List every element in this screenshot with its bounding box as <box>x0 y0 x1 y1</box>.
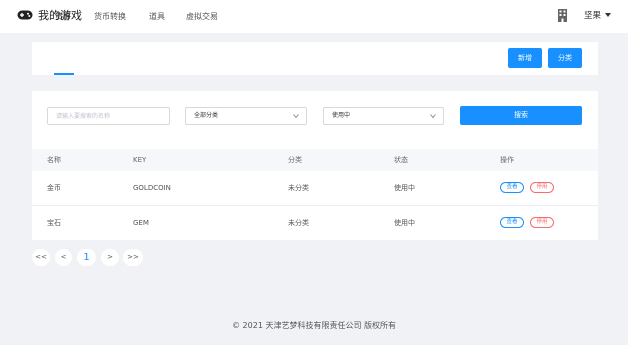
cell-category: 未分类 <box>288 184 309 192</box>
tab-currency-conversion[interactable]: 货币转换 <box>94 11 126 22</box>
tab-currency[interactable]: 货币 <box>55 11 71 22</box>
current-page-button[interactable]: 1 <box>77 249 96 266</box>
column-header-status: 状态 <box>394 156 408 164</box>
column-header-category: 分类 <box>288 156 302 164</box>
disable-button[interactable]: 停用 <box>530 182 554 193</box>
footer-copyright: © 2021 天津艺梦科技有限责任公司 版权所有 <box>232 321 396 330</box>
add-button[interactable]: 新增 <box>508 48 542 68</box>
cell-category: 未分类 <box>288 219 309 227</box>
building-icon[interactable] <box>558 9 567 22</box>
status-select[interactable]: 使用中 <box>323 107 444 125</box>
name-search-input[interactable] <box>47 107 170 125</box>
category-button[interactable]: 分类 <box>548 48 582 68</box>
prev-page-button[interactable]: < <box>55 249 72 266</box>
user-name: 坚果 <box>584 11 602 21</box>
category-select[interactable]: 全部分类 <box>185 107 307 125</box>
first-page-button[interactable]: << <box>32 249 50 266</box>
gamepad-logo-icon <box>17 10 33 20</box>
column-header-key: KEY <box>133 156 147 164</box>
search-button[interactable]: 搜索 <box>460 106 582 125</box>
last-page-button[interactable]: >> <box>123 249 143 266</box>
chevron-down-icon <box>430 114 436 119</box>
column-header-name: 名称 <box>47 156 61 164</box>
chevron-down-icon <box>293 114 299 119</box>
view-button[interactable]: 查看 <box>500 217 524 228</box>
category-select-value: 全部分类 <box>194 112 219 119</box>
user-menu[interactable]: 坚果 <box>584 10 612 22</box>
tab-virtual-trade[interactable]: 虚拟交易 <box>186 11 218 22</box>
caret-down-icon <box>605 13 612 17</box>
cell-name: 宝石 <box>47 219 61 227</box>
status-select-value: 使用中 <box>332 112 351 119</box>
tab-items[interactable]: 道具 <box>149 11 165 22</box>
cell-status: 使用中 <box>394 184 415 192</box>
cell-status: 使用中 <box>394 219 415 227</box>
cell-key: GOLDCOIN <box>133 184 171 192</box>
cell-key: GEM <box>133 219 149 227</box>
row-divider <box>32 205 598 206</box>
cell-name: 金币 <box>47 184 61 192</box>
active-tab-indicator <box>54 73 74 75</box>
column-header-actions: 操作 <box>500 156 514 164</box>
view-button[interactable]: 查看 <box>500 182 524 193</box>
next-page-button[interactable]: > <box>101 249 119 266</box>
disable-button[interactable]: 停用 <box>530 217 554 228</box>
